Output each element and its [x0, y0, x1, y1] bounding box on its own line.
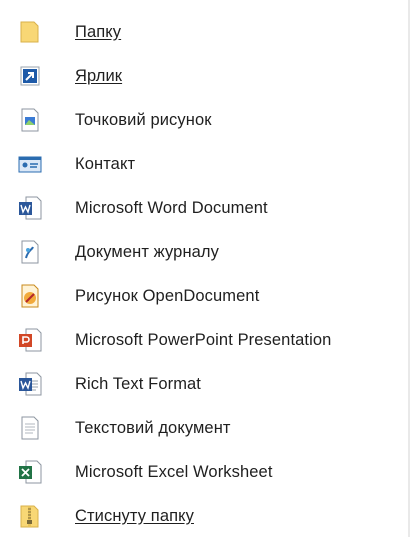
- menu-item-label: Microsoft Word Document: [75, 198, 268, 217]
- menu-item-rich-text-format[interactable]: Rich Text Format: [0, 364, 408, 404]
- menu-item-folder[interactable]: Папку: [0, 12, 408, 52]
- text-document-icon: [16, 414, 44, 442]
- menu-item-text-document[interactable]: Текстовий документ: [0, 408, 408, 448]
- menu-item-label: Контакт: [75, 154, 136, 173]
- menu-item-journal-document[interactable]: Документ журналу: [0, 232, 408, 272]
- menu-item-contact[interactable]: Контакт: [0, 144, 408, 184]
- menu-item-shortcut[interactable]: Ярлик: [0, 56, 408, 96]
- menu-item-powerpoint-presentation[interactable]: Microsoft PowerPoint Presentation: [0, 320, 408, 360]
- menu-item-label: Точковий рисунок: [75, 110, 212, 129]
- menu-item-label: Ярлик: [75, 66, 123, 85]
- menu-item-label: Рисунок OpenDocument: [75, 286, 260, 305]
- contact-card-icon: [16, 150, 44, 178]
- menu-item-compressed-folder[interactable]: Стиснуту папку: [0, 496, 408, 536]
- rich-text-document-icon: [16, 370, 44, 398]
- new-item-context-menu: Папку Ярлик Точковий рисунок Контакт Mic…: [0, 0, 410, 537]
- word-document-icon: [16, 194, 44, 222]
- menu-item-opendocument-drawing[interactable]: Рисунок OpenDocument: [0, 276, 408, 316]
- menu-item-label: Стиснуту папку: [75, 506, 194, 525]
- menu-item-label: Документ журналу: [75, 242, 220, 261]
- powerpoint-icon: [16, 326, 44, 354]
- excel-worksheet-icon: [16, 458, 44, 486]
- menu-item-label: Текстовий документ: [75, 418, 231, 437]
- menu-item-bitmap-image[interactable]: Точковий рисунок: [0, 100, 408, 140]
- zip-folder-icon: [16, 502, 44, 530]
- opendocument-drawing-icon: [16, 282, 44, 310]
- menu-item-excel-worksheet[interactable]: Microsoft Excel Worksheet: [0, 452, 408, 492]
- menu-item-label: Microsoft Excel Worksheet: [75, 462, 273, 481]
- menu-item-label: Папку: [75, 22, 122, 41]
- shortcut-icon: [16, 62, 44, 90]
- bitmap-image-icon: [16, 106, 44, 134]
- menu-item-label: Rich Text Format: [75, 374, 201, 393]
- journal-document-icon: [16, 238, 44, 266]
- menu-item-word-document[interactable]: Microsoft Word Document: [0, 188, 408, 228]
- folder-icon: [16, 18, 44, 46]
- menu-item-label: Microsoft PowerPoint Presentation: [75, 330, 332, 349]
